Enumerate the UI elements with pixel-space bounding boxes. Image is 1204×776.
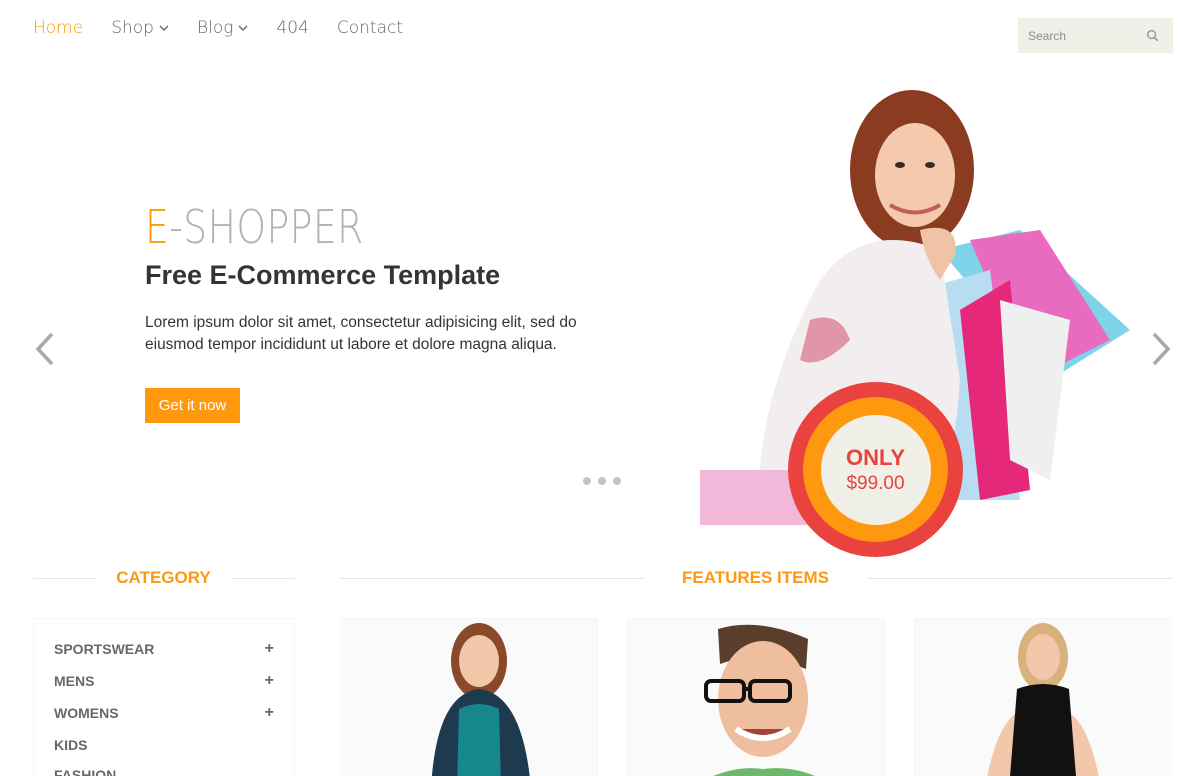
price-badge-price: $99.00 — [846, 472, 905, 494]
category-heading: CATEGORY — [33, 567, 295, 589]
price-badge: ONLY $99.00 — [788, 382, 963, 557]
price-badge-ring: ONLY $99.00 — [803, 397, 948, 542]
brand-accent: E — [145, 200, 170, 254]
nav-contact[interactable]: Contact — [337, 18, 403, 38]
brand-logo-text: E-SHOPPER — [145, 200, 364, 254]
category-item-fashion[interactable]: FASHION — [54, 765, 274, 776]
hero-slider: E-SHOPPER Free E-Commerce Template Lorem… — [0, 70, 1204, 557]
slide-title: Free E-Commerce Template — [145, 260, 501, 290]
chevron-left-icon[interactable] — [32, 330, 58, 368]
chevron-down-icon — [159, 25, 169, 31]
chevron-down-icon — [238, 25, 248, 31]
category-item-label: FASHION — [54, 767, 117, 776]
nav-home[interactable]: Home — [33, 18, 83, 38]
nav-404-label: 404 — [276, 18, 309, 38]
plus-icon[interactable]: + — [265, 640, 274, 658]
slider-dot[interactable] — [598, 477, 606, 485]
get-it-now-button[interactable]: Get it now — [145, 388, 240, 423]
brand-rest: -SHOPPER — [169, 200, 364, 254]
category-item-mens[interactable]: MENS + — [54, 671, 274, 691]
heading-divider — [33, 577, 97, 579]
category-item-label: KIDS — [54, 737, 88, 753]
slider-dot[interactable] — [583, 477, 591, 485]
heading-divider — [230, 577, 295, 579]
product-card[interactable] — [340, 618, 598, 776]
category-item-label: SPORTSWEAR — [54, 641, 155, 657]
category-item-label: MENS — [54, 673, 95, 689]
nav-contact-label: Contact — [336, 18, 404, 38]
features-heading-text: FEATURES ITEMS — [681, 568, 830, 587]
plus-icon[interactable]: + — [265, 704, 274, 722]
product-card[interactable] — [914, 618, 1172, 776]
chevron-right-icon[interactable] — [1148, 330, 1174, 368]
price-badge-inner: ONLY $99.00 — [820, 414, 931, 525]
main-nav: Home Shop Blog 404 Contact — [33, 18, 431, 38]
category-item-kids[interactable]: KIDS — [54, 735, 274, 755]
category-item-sportswear[interactable]: SPORTSWEAR + — [54, 639, 274, 659]
category-item-label: WOMENS — [54, 705, 119, 721]
heading-divider — [340, 577, 644, 579]
category-item-womens[interactable]: WOMENS + — [54, 703, 274, 723]
nav-404[interactable]: 404 — [276, 18, 308, 38]
product-image — [915, 619, 1171, 776]
search-input[interactable] — [1028, 28, 1146, 43]
search-box — [1018, 18, 1173, 53]
product-card[interactable] — [627, 618, 885, 776]
search-icon[interactable] — [1146, 29, 1159, 42]
price-badge-label: ONLY — [845, 444, 906, 470]
nav-home-label: Home — [33, 18, 84, 38]
product-image — [628, 619, 884, 776]
plus-icon[interactable]: + — [265, 672, 274, 690]
nav-shop[interactable]: Shop — [111, 18, 169, 38]
category-heading-text: CATEGORY — [116, 568, 211, 587]
category-panel: SPORTSWEAR + MENS + WOMENS + KIDS FASHIO… — [33, 618, 295, 776]
nav-blog-label: Blog — [196, 18, 234, 38]
nav-shop-label: Shop — [111, 18, 154, 38]
slider-dot[interactable] — [613, 477, 621, 485]
nav-blog[interactable]: Blog — [197, 18, 248, 38]
slider-dots — [583, 477, 621, 485]
heading-divider — [867, 577, 1173, 579]
product-image — [341, 619, 597, 776]
features-heading: FEATURES ITEMS — [340, 567, 1173, 589]
slide-text: Lorem ipsum dolor sit amet, consectetur … — [145, 314, 577, 353]
